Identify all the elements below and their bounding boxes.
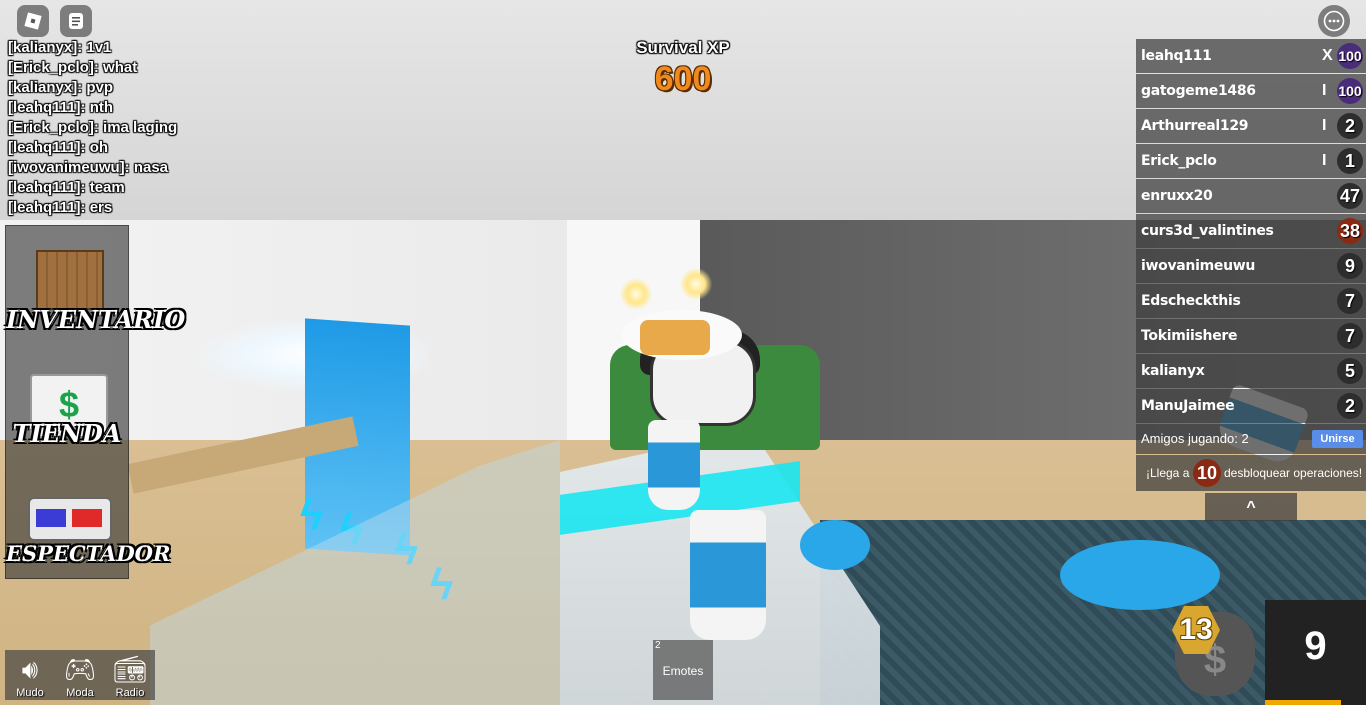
survival-xp-value: 600 bbox=[654, 60, 712, 98]
player-level-badge: 5 bbox=[1337, 358, 1363, 384]
player-level-badge: 100 bbox=[1337, 43, 1363, 69]
coffee-cup bbox=[690, 510, 766, 640]
gamepad-icon: 🎮︎ bbox=[63, 654, 97, 684]
blue-stool bbox=[800, 520, 870, 570]
player-name: kalianyx bbox=[1141, 363, 1205, 379]
roblox-menu-button[interactable] bbox=[17, 5, 49, 37]
unlock-suffix: desbloquear operaciones! bbox=[1224, 466, 1363, 480]
unlock-level-badge: 10 bbox=[1193, 459, 1221, 487]
spectate-button[interactable]: ESPECTADOR bbox=[6, 462, 171, 572]
speaker-icon: 🔊︎ bbox=[21, 654, 39, 684]
sparkle-icon bbox=[620, 278, 652, 310]
player-row[interactable]: leahq111 X 100 bbox=[1136, 39, 1366, 73]
radio-label: Radio bbox=[115, 687, 145, 699]
chat-message: [leahq111]: ers bbox=[8, 199, 113, 216]
player-name: iwovanimeuwu bbox=[1141, 258, 1256, 274]
player-name: ManuJaimee bbox=[1141, 398, 1235, 414]
chat-message: [Erick_pclo]: ima laging bbox=[8, 119, 178, 136]
3d-glasses-icon bbox=[28, 497, 112, 541]
chat-toggle-button[interactable] bbox=[60, 5, 92, 37]
timer-progress-bar bbox=[1265, 700, 1341, 705]
mode-label: Moda bbox=[66, 687, 94, 699]
friends-playing-row: Amigos jugando: 2 Unirse bbox=[1136, 424, 1366, 454]
player-list: leahq111 X 100 gatogeme1486 I 100 Arthur… bbox=[1136, 39, 1366, 491]
chat-message: [Erick_pclo]: what bbox=[8, 59, 138, 76]
player-row[interactable]: Tokimiishere 7 bbox=[1136, 319, 1366, 353]
player-name: leahq111 bbox=[1141, 48, 1212, 64]
player-row[interactable]: curs3d_valintines 38 bbox=[1136, 214, 1366, 248]
chat-message: [kalianyx]: pvp bbox=[8, 79, 114, 96]
player-tag: I bbox=[1322, 152, 1327, 169]
food-item bbox=[640, 320, 710, 355]
unlock-prefix: ¡Llega a 1 bbox=[1146, 466, 1200, 480]
chat-log: [kalianyx]: 1v1 [Erick_pclo]: what [kali… bbox=[8, 38, 308, 218]
timer-value: 9 bbox=[1304, 624, 1327, 668]
round-timer: 9 bbox=[1265, 600, 1366, 705]
player-row[interactable]: enruxx20 47 bbox=[1136, 179, 1366, 213]
player-level-badge: 100 bbox=[1337, 78, 1363, 104]
player-level-badge: 38 bbox=[1337, 218, 1363, 244]
collapse-leaderboard-button[interactable]: ^ bbox=[1205, 493, 1297, 521]
radio-button[interactable]: 📻︎ Radio bbox=[105, 650, 155, 700]
player-name: Tokimiishere bbox=[1141, 328, 1238, 344]
roblox-logo-icon bbox=[24, 12, 42, 30]
bottom-left-toolbar: 🔊︎ Mudo 🎮︎ Moda 📻︎ Radio bbox=[5, 650, 155, 700]
chat-message: [leahq111]: oh bbox=[8, 139, 109, 156]
join-button[interactable]: Unirse bbox=[1312, 430, 1363, 448]
chat-icon bbox=[69, 13, 83, 29]
player-level-badge: 7 bbox=[1337, 288, 1363, 314]
blue-stool bbox=[1060, 540, 1220, 610]
player-level-badge: 9 bbox=[1337, 253, 1363, 279]
player-level-badge: 7 bbox=[1337, 323, 1363, 349]
chat-message: [kalianyx]: 1v1 bbox=[8, 39, 112, 56]
more-options-button[interactable] bbox=[1318, 5, 1350, 37]
player-level-badge: 2 bbox=[1337, 393, 1363, 419]
player-row[interactable]: kalianyx 5 bbox=[1136, 354, 1366, 388]
survival-xp-title: Survival XP bbox=[636, 38, 730, 57]
mode-button[interactable]: 🎮︎ Moda bbox=[55, 650, 105, 700]
more-options-icon bbox=[1323, 10, 1345, 32]
emotes-count: 2 bbox=[655, 640, 661, 651]
emotes-label: Emotes bbox=[662, 664, 704, 678]
inventory-button[interactable]: INVENTARIO bbox=[6, 230, 186, 340]
player-level-badge: 2 bbox=[1337, 113, 1363, 139]
player-row[interactable]: ManuJaimee 2 bbox=[1136, 389, 1366, 423]
friends-playing-text: Amigos jugando: 2 bbox=[1141, 431, 1249, 446]
player-level-badge: 47 bbox=[1337, 183, 1363, 209]
radio-icon: 📻︎ bbox=[113, 654, 147, 684]
inventory-label: INVENTARIO bbox=[6, 305, 186, 334]
player-row[interactable]: Arthurreal129 I 2 bbox=[1136, 109, 1366, 143]
unlock-banner: ¡Llega a 1 10 desbloquear operaciones! bbox=[1136, 455, 1366, 491]
player-name: Erick_pclo bbox=[1141, 153, 1217, 169]
chat-message: [iwovanimeuwu]: nasa bbox=[8, 159, 169, 176]
mute-button[interactable]: 🔊︎ Mudo bbox=[5, 650, 55, 700]
player-name: Edscheckthis bbox=[1141, 293, 1241, 309]
side-menu: INVENTARIO $ TIENDA ESPECTADOR bbox=[5, 225, 186, 579]
player-row[interactable]: iwovanimeuwu 9 bbox=[1136, 249, 1366, 283]
player-tag: X bbox=[1322, 47, 1333, 64]
shop-button[interactable]: $ TIENDA bbox=[6, 344, 128, 454]
shop-label: TIENDA bbox=[12, 419, 122, 448]
sparkle-icon bbox=[680, 268, 712, 300]
player-level-badge: 1 bbox=[1337, 148, 1363, 174]
mute-label: Mudo bbox=[16, 687, 44, 699]
player-row[interactable]: Edscheckthis 7 bbox=[1136, 284, 1366, 318]
player-name: gatogeme1486 bbox=[1141, 83, 1256, 99]
chat-message: [leahq111]: nth bbox=[8, 99, 114, 116]
player-name: enruxx20 bbox=[1141, 188, 1213, 204]
player-name: curs3d_valintines bbox=[1141, 223, 1274, 239]
player-tag: I bbox=[1322, 82, 1327, 99]
lightning-bolt-icon: ϟ bbox=[300, 490, 324, 539]
coffee-cup bbox=[648, 420, 700, 510]
spectate-label: ESPECTADOR bbox=[6, 541, 171, 566]
player-row[interactable]: Erick_pclo I 1 bbox=[1136, 144, 1366, 178]
player-name: Arthurreal129 bbox=[1141, 118, 1249, 134]
emotes-button[interactable]: 2 Emotes bbox=[653, 640, 713, 700]
player-tag: I bbox=[1322, 117, 1327, 134]
chat-message: [leahq111]: team bbox=[8, 179, 125, 196]
player-row[interactable]: gatogeme1486 I 100 bbox=[1136, 74, 1366, 108]
crate-icon bbox=[36, 250, 104, 310]
